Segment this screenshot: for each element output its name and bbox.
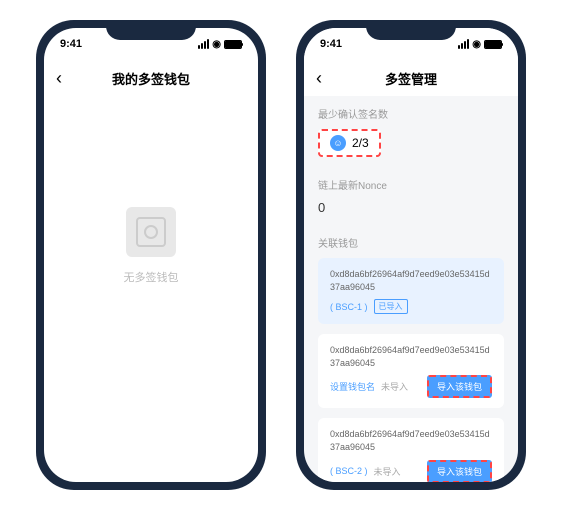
status-time: 9:41: [60, 38, 82, 50]
back-icon[interactable]: ‹: [56, 68, 62, 89]
wallet-address: 0xd8da6bf26964af9d7eed9e03e53415d37aa960…: [330, 344, 492, 369]
battery-icon: [224, 40, 242, 49]
wallet-status: 未导入: [381, 380, 408, 393]
signal-icon: [198, 39, 209, 49]
page-title: 多签管理: [385, 69, 437, 88]
wallet-meta: ( BSC-2 ) 未导入 导入该钱包: [330, 460, 492, 482]
wallet-address: 0xd8da6bf26964af9d7eed9e03e53415d37aa960…: [330, 428, 492, 453]
empty-state: 无多签钱包: [44, 96, 258, 396]
wallet-status: 未导入: [374, 465, 401, 478]
battery-icon: [484, 40, 502, 49]
sig-value: 2/3: [352, 136, 369, 150]
import-wallet-button[interactable]: 导入该钱包: [427, 460, 492, 482]
wallet-status: 已导入: [374, 299, 408, 314]
import-wallet-button[interactable]: 导入该钱包: [427, 375, 492, 398]
wifi-icon: ◉: [212, 39, 221, 50]
wallet-tag: ( BSC-1 ): [330, 302, 368, 312]
signal-icon: [458, 39, 469, 49]
empty-text: 无多签钱包: [124, 269, 179, 285]
nonce-value: 0: [318, 200, 504, 215]
back-icon[interactable]: ‹: [316, 68, 322, 89]
wallet-name-link[interactable]: 设置钱包名: [330, 380, 375, 393]
status-time: 9:41: [320, 38, 342, 50]
header: ‹ 我的多签钱包: [44, 60, 258, 96]
wallet-card[interactable]: 0xd8da6bf26964af9d7eed9e03e53415d37aa960…: [318, 418, 504, 482]
sig-label: 最少确认签名数: [318, 106, 504, 121]
nonce-label: 链上最新Nonce: [318, 177, 504, 192]
wallet-address: 0xd8da6bf26964af9d7eed9e03e53415d37aa960…: [330, 268, 492, 293]
header: ‹ 多签管理: [304, 60, 518, 96]
assoc-label: 关联钱包: [318, 235, 504, 250]
signature-count-box: ☺ 2/3: [318, 129, 381, 157]
person-icon: ☺: [330, 135, 346, 151]
wallet-card[interactable]: 0xd8da6bf26964af9d7eed9e03e53415d37aa960…: [318, 334, 504, 408]
wifi-icon: ◉: [472, 39, 481, 50]
wallet-empty-icon: [126, 207, 176, 257]
wallet-card[interactable]: 0xd8da6bf26964af9d7eed9e03e53415d37aa960…: [318, 258, 504, 324]
wallet-meta: 设置钱包名未导入 导入该钱包: [330, 375, 492, 398]
wallet-meta: ( BSC-1 ) 已导入: [330, 299, 492, 314]
page-title: 我的多签钱包: [112, 69, 190, 88]
wallet-tag: ( BSC-2 ): [330, 466, 368, 476]
